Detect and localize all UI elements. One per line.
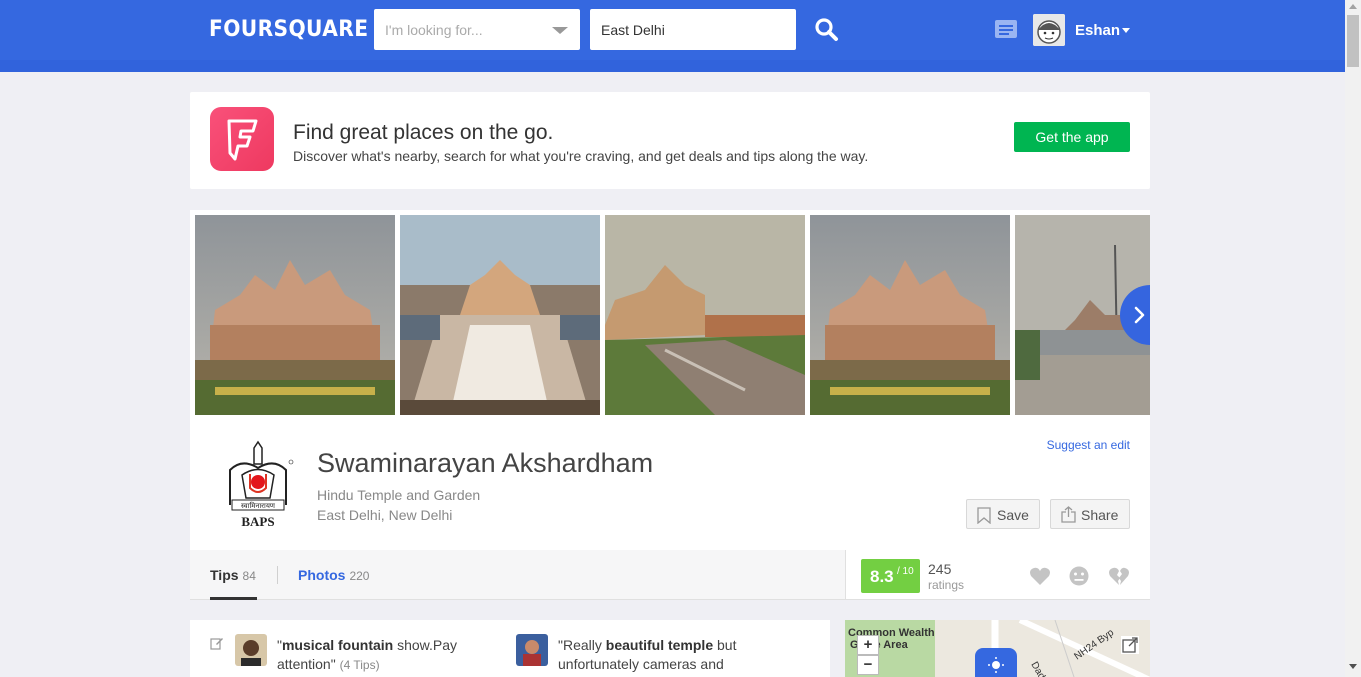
tab-photos-count: 220 (349, 569, 370, 583)
tab-tips[interactable]: Tips 84 (210, 567, 256, 583)
neutral-face-icon[interactable] (1068, 566, 1090, 586)
save-label: Save (997, 507, 1029, 523)
save-button[interactable]: Save (966, 499, 1040, 529)
venue-category[interactable]: Hindu Temple and Garden (317, 487, 480, 503)
photo-strip (190, 210, 1150, 420)
top-navigation-strip (0, 60, 1345, 72)
scrollbar-track[interactable] (1345, 0, 1361, 677)
rating-score: 8.3 (870, 567, 894, 586)
rating-count: 245 (928, 561, 952, 577)
baps-logo-text: BAPS (241, 514, 274, 529)
foursquare-app-icon (210, 107, 274, 171)
baps-logo-banner: स्वामिनारायण (241, 501, 276, 510)
baps-logo: स्वामिनारायण BAPS (220, 440, 296, 532)
scrollbar-thumb[interactable] (1347, 15, 1359, 67)
scroll-up-arrow-icon[interactable] (1349, 4, 1357, 9)
caret-down-icon[interactable] (1122, 28, 1130, 33)
get-the-app-button[interactable]: Get the app (1014, 122, 1130, 152)
tip-text[interactable]: "Really beautiful temple but unfortunate… (558, 636, 736, 674)
user-avatar[interactable] (1033, 14, 1065, 46)
broken-heart-icon[interactable] (1108, 566, 1130, 586)
search-where-value: East Delhi (601, 22, 665, 38)
venue-header: स्वामिनारायण BAPS Swaminarayan Akshardham… (190, 420, 1150, 550)
rating-score-badge: 8.3 / 10 (861, 559, 920, 593)
foursquare-logo[interactable]: FOURSQUARE (209, 17, 368, 42)
tip-author-avatar[interactable] (235, 634, 267, 666)
venue-photo[interactable] (810, 215, 1010, 415)
bookmark-icon (977, 507, 991, 524)
app-promo-card: Find great places on the go. Discover wh… (190, 92, 1150, 189)
chevron-down-icon[interactable] (552, 27, 568, 34)
suggest-edit-link[interactable]: Suggest an edit (1047, 438, 1130, 452)
tip-count: (4 Tips) (339, 658, 380, 672)
search-where-input[interactable]: East Delhi (590, 9, 796, 50)
share-label: Share (1081, 507, 1119, 523)
venue-photo[interactable] (400, 215, 600, 415)
search-what-placeholder: I'm looking for... (385, 22, 483, 38)
tab-photos[interactable]: Photos 220 (298, 567, 369, 583)
tip-author-avatar[interactable] (516, 634, 548, 666)
venue-photo[interactable] (195, 215, 395, 415)
tab-divider (277, 566, 278, 584)
map-zoom-out-button[interactable]: − (857, 655, 879, 675)
tab-tips-count: 84 (242, 569, 256, 583)
like-heart-icon[interactable] (1029, 566, 1051, 586)
scroll-down-arrow-icon[interactable] (1349, 664, 1357, 669)
share-button[interactable]: Share (1050, 499, 1130, 529)
temple-category-icon (988, 657, 1004, 673)
messages-icon[interactable] (995, 20, 1017, 40)
search-button[interactable] (814, 17, 840, 43)
tips-section: "musical fountain show.Pay attention" (4… (190, 620, 830, 677)
venue-name: Swaminarayan Akshardham (317, 448, 654, 478)
rating-count-label: ratings (928, 578, 965, 592)
venue-photo[interactable] (605, 215, 805, 415)
expand-map-icon[interactable] (1121, 636, 1139, 654)
promo-subtitle: Discover what's nearby, search for what … (293, 148, 869, 164)
promo-title: Find great places on the go. (293, 121, 554, 144)
share-icon (1061, 506, 1076, 523)
venue-map[interactable]: Dadri NH24 Byp Common Wealth Game Area +… (845, 620, 1150, 677)
venue-map-pin[interactable] (975, 648, 1017, 677)
map-zoom-in-button[interactable]: + (857, 635, 879, 655)
rating-panel: 8.3 / 10 245 ratings (845, 550, 1150, 600)
search-icon (815, 18, 838, 41)
content-tabs: Tips 84 Photos 220 (190, 550, 845, 600)
user-menu-name[interactable]: Eshan (1075, 22, 1120, 39)
search-what-input[interactable]: I'm looking for... (374, 9, 580, 50)
rating-scale: / 10 (897, 566, 914, 577)
venue-location: East Delhi, New Delhi (317, 507, 453, 523)
chevron-right-icon (1134, 306, 1145, 324)
next-photo-button[interactable] (1120, 285, 1150, 345)
active-tab-indicator (210, 597, 257, 600)
tip-text[interactable]: "musical fountain show.Pay attention" (4… (277, 636, 457, 675)
write-tip-icon[interactable] (210, 636, 224, 650)
